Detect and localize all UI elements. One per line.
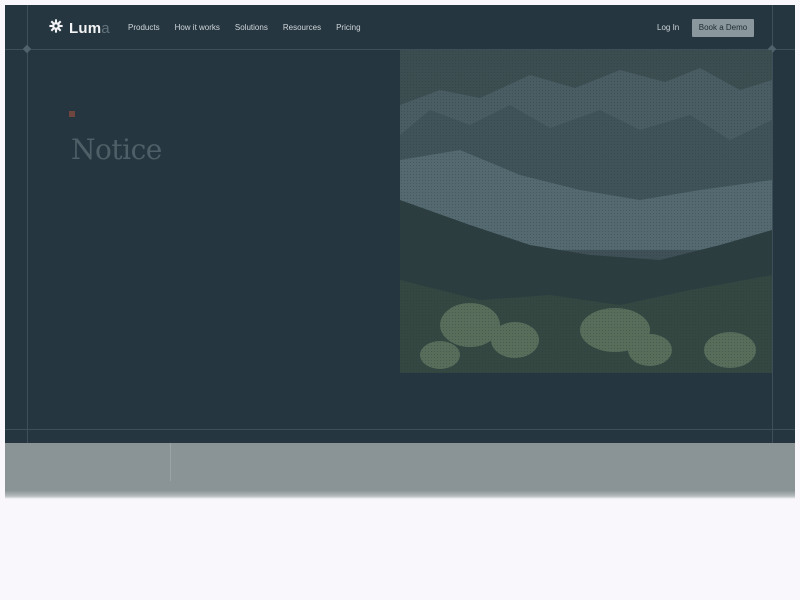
nav-link-how-it-works[interactable]: How it works xyxy=(175,23,220,32)
eyebrow-square-icon xyxy=(69,111,75,117)
nav-link-pricing[interactable]: Pricing xyxy=(336,23,360,32)
login-link[interactable]: Log In xyxy=(657,23,679,32)
hero-heading: Notice xyxy=(71,133,162,166)
content-overlay-band xyxy=(5,443,795,499)
brand-name-faded: a xyxy=(101,20,110,37)
brand-name: Luma xyxy=(69,20,110,37)
book-demo-button[interactable]: Book a Demo xyxy=(692,19,754,37)
guide-line xyxy=(772,5,773,443)
logo[interactable]: Luma xyxy=(49,19,110,38)
nav-link-products[interactable]: Products xyxy=(128,23,160,32)
hero-eyebrow xyxy=(69,111,81,117)
top-navigation: Luma Products How it works Solutions Res… xyxy=(5,5,795,49)
nav-link-resources[interactable]: Resources xyxy=(283,23,321,32)
nav-link-solutions[interactable]: Solutions xyxy=(235,23,268,32)
hero-section: Luma Products How it works Solutions Res… xyxy=(5,5,795,443)
brand-name-main: Lum xyxy=(69,20,102,37)
nav-links: Products How it works Solutions Resource… xyxy=(128,23,376,32)
divider xyxy=(170,443,171,481)
gear-icon xyxy=(49,19,63,38)
page: Luma Products How it works Solutions Res… xyxy=(5,5,795,600)
hero-landscape-image xyxy=(400,50,772,373)
guide-line xyxy=(5,429,795,430)
guide-line xyxy=(27,5,28,443)
